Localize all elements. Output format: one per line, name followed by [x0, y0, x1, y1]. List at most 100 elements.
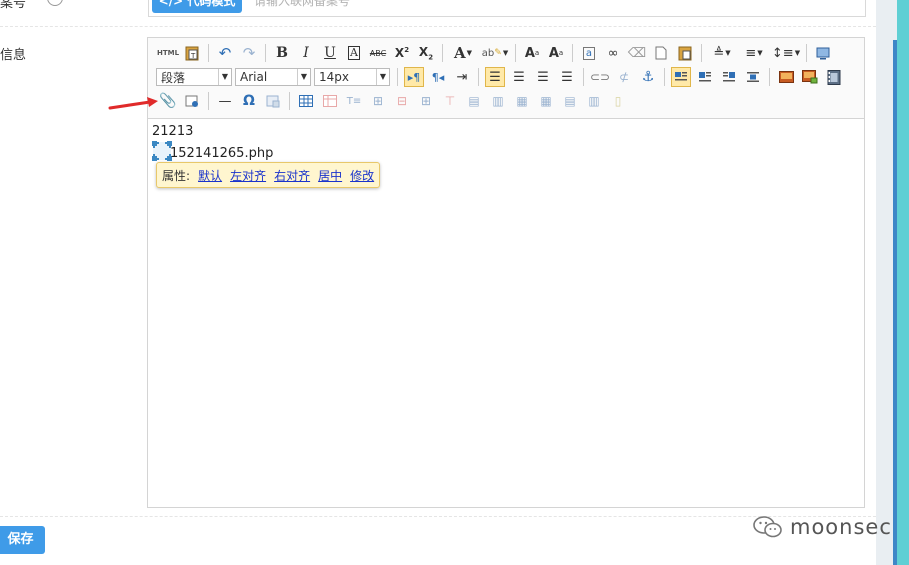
- toolbar-separator: [572, 44, 573, 62]
- line-height-icon[interactable]: ↕≡ ▼: [772, 43, 800, 63]
- toolbar-separator: [583, 68, 584, 86]
- split-to-rows-icon[interactable]: ▤: [560, 91, 580, 111]
- image-right-float-icon[interactable]: [719, 67, 739, 87]
- print-icon[interactable]: ▯: [608, 91, 628, 111]
- toolbar-separator: [664, 68, 665, 86]
- popup-link-edit[interactable]: 修改: [350, 167, 374, 184]
- toolbar-separator: [806, 44, 807, 62]
- row-spacing-top-icon[interactable]: ≜ ▼: [708, 43, 736, 63]
- attachment-filename[interactable]: 152141265.php: [170, 146, 273, 161]
- toolbar-separator: [397, 68, 398, 86]
- underline-icon[interactable]: U: [320, 43, 340, 63]
- auto-typeset-icon[interactable]: a: [579, 43, 599, 63]
- align-center-icon[interactable]: ☰: [509, 67, 529, 87]
- insert-paragraph-before-table-icon[interactable]: T≡: [344, 91, 364, 111]
- selected-file-icon[interactable]: [152, 141, 172, 161]
- merge-right-icon[interactable]: ▥: [488, 91, 508, 111]
- html-source-icon[interactable]: HTML: [157, 43, 179, 63]
- unlink-icon[interactable]: ⊄: [614, 67, 634, 87]
- insert-image-icon[interactable]: [800, 67, 820, 87]
- filing-number-placeholder: 请输入联网备案号: [254, 0, 351, 8]
- fullscreen-icon[interactable]: [813, 43, 833, 63]
- rich-text-editor: HTML T ↶ ↷ B I U A ABC X2 X2 A ▼ ab ✎ ▼ Aa …: [147, 37, 865, 508]
- toolbar-separator: [515, 44, 516, 62]
- search-replace-icon[interactable]: ∞: [603, 43, 623, 63]
- attachment-icon[interactable]: 📎: [158, 91, 178, 111]
- clear-format-icon[interactable]: Aa: [546, 43, 566, 63]
- paragraph-select-value: 段落: [161, 70, 186, 85]
- attachment-properties-popup: 属性: 默认 左对齐 右对齐 居中 修改: [156, 162, 381, 188]
- insert-frame-icon[interactable]: [182, 91, 202, 111]
- image-map-icon[interactable]: [263, 91, 283, 111]
- strikethrough-icon[interactable]: ABC: [368, 43, 388, 63]
- row-spacing-bottom-icon[interactable]: ≡ ▼: [740, 43, 768, 63]
- image-left-float-icon[interactable]: [695, 67, 715, 87]
- toolbar-row-3: 📎 — Ω T≡ ⊞ ⊟ ⊞ ⊤ ▤ ▥ ▦ ▦ ▤ ▥ ▯: [156, 90, 630, 112]
- link-icon[interactable]: ⊂⊃: [590, 67, 610, 87]
- paste-text-icon[interactable]: T: [182, 43, 202, 63]
- italic-icon[interactable]: I: [296, 43, 316, 63]
- save-button[interactable]: 保存: [0, 526, 45, 554]
- superscript-icon[interactable]: X2: [392, 43, 412, 63]
- split-to-cells-icon[interactable]: ▦: [536, 91, 556, 111]
- filing-number-row: 案号 ? </> 代码模式 请输入联网备案号: [0, 0, 876, 27]
- image-center-icon[interactable]: [743, 67, 763, 87]
- font-family-select-value: Arial: [240, 70, 268, 84]
- toolbar-separator: [701, 44, 702, 62]
- undo-icon[interactable]: ↶: [215, 43, 235, 63]
- toolbar-row-2: 段落 ▼ Arial ▼ 14px ▼ ▸¶ ¶◂ ⇥ ☰ ☰ ☰ ☰ ⊂⊃ ⊄ ⚓: [156, 66, 846, 88]
- merge-cells-icon[interactable]: ▤: [464, 91, 484, 111]
- simple-upload-image-icon[interactable]: [776, 67, 796, 87]
- merge-down-icon[interactable]: ▦: [512, 91, 532, 111]
- image-none-float-icon[interactable]: [671, 67, 691, 87]
- ltr-direction-icon[interactable]: ▸¶: [404, 67, 424, 87]
- filing-number-label: 案号: [0, 0, 27, 11]
- code-mode-button[interactable]: </> 代码模式: [152, 0, 242, 13]
- align-left-icon[interactable]: ☰: [485, 67, 505, 87]
- help-icon[interactable]: ?: [47, 0, 63, 6]
- toolbar-separator: [289, 92, 290, 110]
- split-to-cols-icon[interactable]: ▥: [584, 91, 604, 111]
- redo-icon[interactable]: ↷: [239, 43, 259, 63]
- font-size-select[interactable]: 14px ▼: [314, 68, 390, 86]
- eraser-icon[interactable]: ⌫: [627, 43, 647, 63]
- popup-link-align-right[interactable]: 右对齐: [274, 167, 310, 184]
- popup-label: 属性:: [162, 168, 191, 183]
- popup-link-align-left[interactable]: 左对齐: [230, 167, 266, 184]
- font-color-icon[interactable]: A ▼: [449, 43, 477, 63]
- popup-link-center[interactable]: 居中: [318, 167, 342, 184]
- anchor-icon[interactable]: ⚓: [638, 67, 658, 87]
- paste-icon[interactable]: [675, 43, 695, 63]
- insert-video-icon[interactable]: [824, 67, 844, 87]
- font-border-icon[interactable]: A: [344, 43, 364, 63]
- chevron-down-icon: ▼: [297, 69, 310, 85]
- delete-row-icon[interactable]: ⊟: [392, 91, 412, 111]
- align-right-icon[interactable]: ☰: [533, 67, 553, 87]
- delete-column-icon[interactable]: ⊤: [440, 91, 460, 111]
- resize-handle[interactable]: [152, 141, 157, 146]
- popup-link-default[interactable]: 默认: [198, 167, 222, 184]
- background-color-icon[interactable]: ab ✎ ▼: [481, 43, 509, 63]
- subscript-icon[interactable]: X2: [416, 43, 436, 63]
- horizontal-rule-icon[interactable]: —: [215, 91, 235, 111]
- indent-icon[interactable]: ⇥: [452, 67, 472, 87]
- bold-icon[interactable]: B: [272, 43, 292, 63]
- resize-handle[interactable]: [152, 156, 157, 161]
- align-justify-icon[interactable]: ☰: [557, 67, 577, 87]
- insert-column-icon[interactable]: ⊞: [416, 91, 436, 111]
- insert-row-icon[interactable]: ⊞: [368, 91, 388, 111]
- new-document-icon[interactable]: [651, 43, 671, 63]
- paragraph-select[interactable]: 段落 ▼: [156, 68, 232, 86]
- insert-table-icon[interactable]: [296, 91, 316, 111]
- red-arrow-annotation: [108, 97, 158, 110]
- special-chars-icon[interactable]: Ω: [239, 91, 259, 111]
- format-match-icon[interactable]: Aa: [522, 43, 542, 63]
- delete-table-icon[interactable]: [320, 91, 340, 111]
- page-right-accent-bar: [897, 0, 909, 565]
- content-line-1: 21213: [152, 124, 194, 139]
- font-family-select[interactable]: Arial ▼: [235, 68, 311, 86]
- toolbar-separator: [208, 92, 209, 110]
- rtl-direction-icon[interactable]: ¶◂: [428, 67, 448, 87]
- watermark: moonsec: [752, 515, 892, 539]
- form-footer-divider: [0, 516, 876, 517]
